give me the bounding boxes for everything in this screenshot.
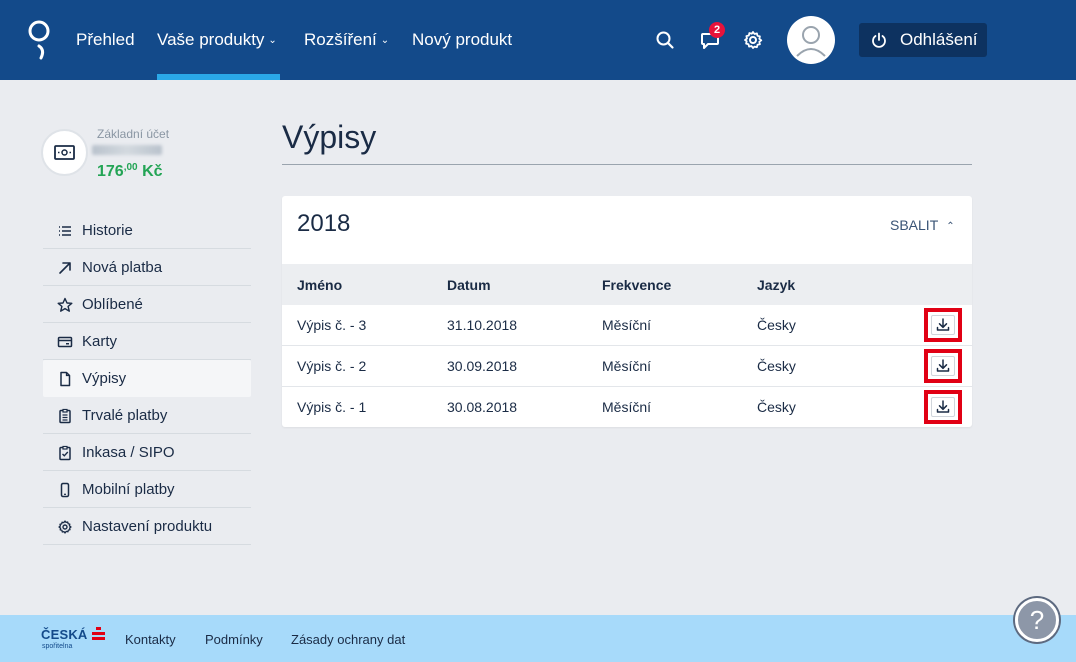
nav-vase-produkty-label: Vaše produkty [157,30,265,49]
column-header-frekvence: Frekvence [602,277,672,293]
download-icon [936,400,950,413]
table-header: Jméno Datum Frekvence Jazyk [282,264,972,305]
download-button[interactable] [924,390,962,424]
document-icon [60,371,71,387]
account-balance: 176,00 Kč [97,162,163,181]
sidebar-item-label: Mobilní platby [82,481,175,498]
page-title: Výpisy [282,119,377,155]
collapse-label: SBALIT [890,217,939,233]
active-tab-indicator [157,74,280,80]
balance-currency: Kč [142,163,163,180]
logo-s-icon [92,627,105,640]
user-avatar[interactable] [787,16,835,64]
help-button[interactable]: ? [1015,598,1059,642]
collapse-button[interactable]: SBALIT ⌃ [890,217,955,233]
cell-language: Česky [757,358,796,374]
cell-language: Česky [757,317,796,333]
cell-name: Výpis č. - 1 [297,399,367,415]
table-row: Výpis č. - 3 31.10.2018 Měsíční Česky [282,305,972,346]
balance-decimal: ,00 [123,162,138,173]
logo-subtext: spořitelna [42,643,73,650]
phone-icon [60,482,70,498]
nav-rozsireni-label: Rozšíření [304,30,377,49]
cell-date: 31.10.2018 [447,317,518,333]
card-icon [57,336,73,348]
sidebar-item-vypisy[interactable]: Výpisy [43,360,251,397]
title-divider [282,164,972,165]
table-row: Výpis č. - 2 30.09.2018 Měsíční Česky [282,346,972,387]
sidebar-item-nova-platba[interactable]: Nová platba [43,249,251,286]
settings-gear-icon[interactable] [741,28,765,52]
notification-badge: 2 [709,22,725,38]
cell-language: Česky [757,399,796,415]
nav-prehled-label: Přehled [76,30,135,49]
balance-whole: 176 [97,163,124,180]
chevron-down-icon: ⌄ [380,35,390,46]
arrow-up-right-icon [59,262,71,274]
table-row: Výpis č. - 1 30.08.2018 Měsíční Česky [282,387,972,428]
footer-link-kontakty[interactable]: Kontakty [125,632,176,647]
nav-novy-produkt[interactable]: Nový produkt [412,0,512,80]
list-icon [59,226,71,236]
sidebar-item-karty[interactable]: Karty [43,323,251,360]
cell-frequency: Měsíční [602,358,652,374]
column-header-datum: Datum [447,277,491,293]
sidebar-item-label: Inkasa / SIPO [82,444,175,461]
sidebar-item-label: Nová platba [82,259,163,276]
sidebar-item-label: Výpisy [82,370,127,387]
download-icon [936,359,950,372]
logo-text: ČESKÁ [41,627,88,642]
column-header-jazyk: Jazyk [757,277,796,293]
cell-date: 30.09.2018 [447,358,518,374]
sidebar-item-mobilni-platby[interactable]: Mobilní platby [43,471,251,508]
sidebar-item-nastaveni-produktu[interactable]: Nastavení produktu [43,508,251,545]
column-header-jmeno: Jméno [297,277,343,293]
chevron-down-icon: ⌄ [268,35,277,46]
sidebar-item-label: Oblíbené [82,296,143,313]
footer-link-podminky[interactable]: Podmínky [205,632,263,647]
cell-name: Výpis č. - 3 [297,317,367,333]
download-button[interactable] [924,349,962,383]
nav-vase-produkty[interactable]: Vaše produkty ⌄ [157,0,277,80]
sidebar-item-label: Karty [82,333,118,350]
ceska-sporitelna-logo[interactable]: ČESKÁ spořitelna [41,627,105,653]
clipboard-check-icon [59,445,71,461]
nav-rozsireni[interactable]: Rozšíření ⌄ [304,0,389,80]
download-button[interactable] [924,308,962,342]
cell-date: 30.08.2018 [447,399,518,415]
search-icon[interactable] [653,28,677,52]
footer-link-zasady[interactable]: Zásady ochrany dat [291,632,405,647]
george-logo-icon[interactable] [26,20,54,60]
chevron-up-icon: ⌃ [946,221,955,232]
power-icon [872,32,886,48]
sidebar-item-label: Nastavení produktu [82,518,213,535]
nav-novy-produkt-label: Nový produkt [412,30,513,49]
account-type-label: Základní účet [97,127,170,141]
sidebar-item-historie[interactable]: Historie [43,212,251,249]
logout-button[interactable]: Odhlášení [859,23,987,57]
clipboard-icon [59,408,71,424]
footer: ČESKÁ spořitelna Kontakty Podmínky Zásad… [0,615,1076,662]
statements-card: 2018 SBALIT ⌃ Jméno Datum Frekvence Jazyk… [282,196,972,427]
user-silhouette-icon [796,26,826,57]
sidebar-item-trvale-platby[interactable]: Trvalé platby [43,397,251,434]
gear-icon [58,520,72,534]
cell-frequency: Měsíční [602,399,652,415]
sidebar-item-label: Historie [82,222,133,239]
card-year-heading: 2018 [297,210,351,237]
cell-name: Výpis č. - 2 [297,358,367,374]
sidebar-menu: Historie Nová platba Oblíbené Karty Výpi… [43,212,251,545]
logout-label: Odhlášení [900,30,978,49]
download-icon [936,318,950,331]
sidebar-item-oblibene[interactable]: Oblíbené [43,286,251,323]
nav-prehled[interactable]: Přehled [76,0,135,80]
cell-frequency: Měsíční [602,317,652,333]
top-navigation-bar: Přehled Vaše produkty ⌄ Rozšíření ⌄ Nový p… [0,0,1076,80]
account-number-redacted [92,145,162,155]
sidebar-item-label: Trvalé platby [82,407,168,424]
banknote-icon [54,145,75,160]
sidebar-item-inkasa-sipo[interactable]: Inkasa / SIPO [43,434,251,471]
account-avatar [41,129,88,176]
star-icon [57,297,73,312]
